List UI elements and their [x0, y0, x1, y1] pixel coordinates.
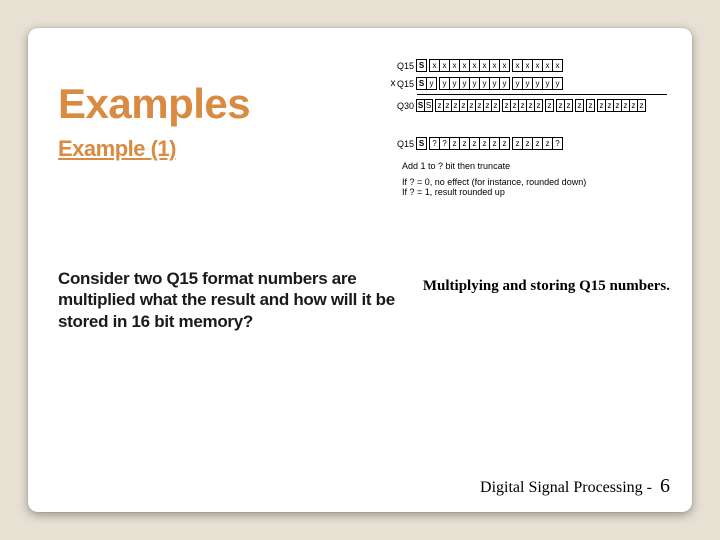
diagram-condition-1: If ? = 1, result rounded up — [402, 187, 676, 197]
slide-footer: Digital Signal Processing - 6 — [480, 475, 670, 498]
horizontal-rule — [417, 94, 667, 95]
diagram-row-q15-result: Q15 S??zzzzzzzzzz? — [388, 136, 676, 151]
page-number: 6 — [660, 475, 670, 497]
bit-cells: S??zzzzzzzzzz? — [417, 137, 563, 150]
row-label: Q15 — [388, 79, 417, 89]
slide-title: Examples — [58, 80, 250, 128]
diagram-caption: Multiplying and storing Q15 numbers. — [423, 278, 670, 295]
diagram-condition-0: If ? = 0, no effect (for instance, round… — [402, 177, 676, 187]
diagram-row-q15-b: x Q15 Syyyyyyyyyyyyy — [388, 76, 676, 91]
slide-card: Examples Example (1) Consider two Q15 fo… — [28, 28, 692, 512]
slide-subtitle: Example (1) — [58, 136, 176, 162]
row-label: Q30 — [388, 101, 417, 111]
bit-cells: Sxxxxxxxxxxxxx — [417, 59, 563, 72]
slide-body-text: Consider two Q15 format numbers are mult… — [58, 268, 408, 332]
diagram-row-q30: Q30 SSzzzzzzzzzzzzzzzzzzzzzzzz — [388, 98, 676, 113]
bit-cells: Syyyyyyyyyyyyy — [417, 77, 563, 90]
diagram-note: Add 1 to ? bit then truncate — [402, 161, 676, 171]
bit-cells: SSzzzzzzzzzzzzzzzzzzzzzzzz — [417, 99, 646, 112]
row-label: Q15 — [388, 139, 417, 149]
footer-text: Digital Signal Processing - — [480, 479, 656, 496]
diagram-row-q15-a: Q15 Sxxxxxxxxxxxxx — [388, 58, 676, 73]
row-label: Q15 — [388, 61, 417, 71]
q15-multiplication-diagram: Q15 Sxxxxxxxxxxxxx x Q15 Syyyyyyyyyyyyy … — [388, 58, 676, 198]
